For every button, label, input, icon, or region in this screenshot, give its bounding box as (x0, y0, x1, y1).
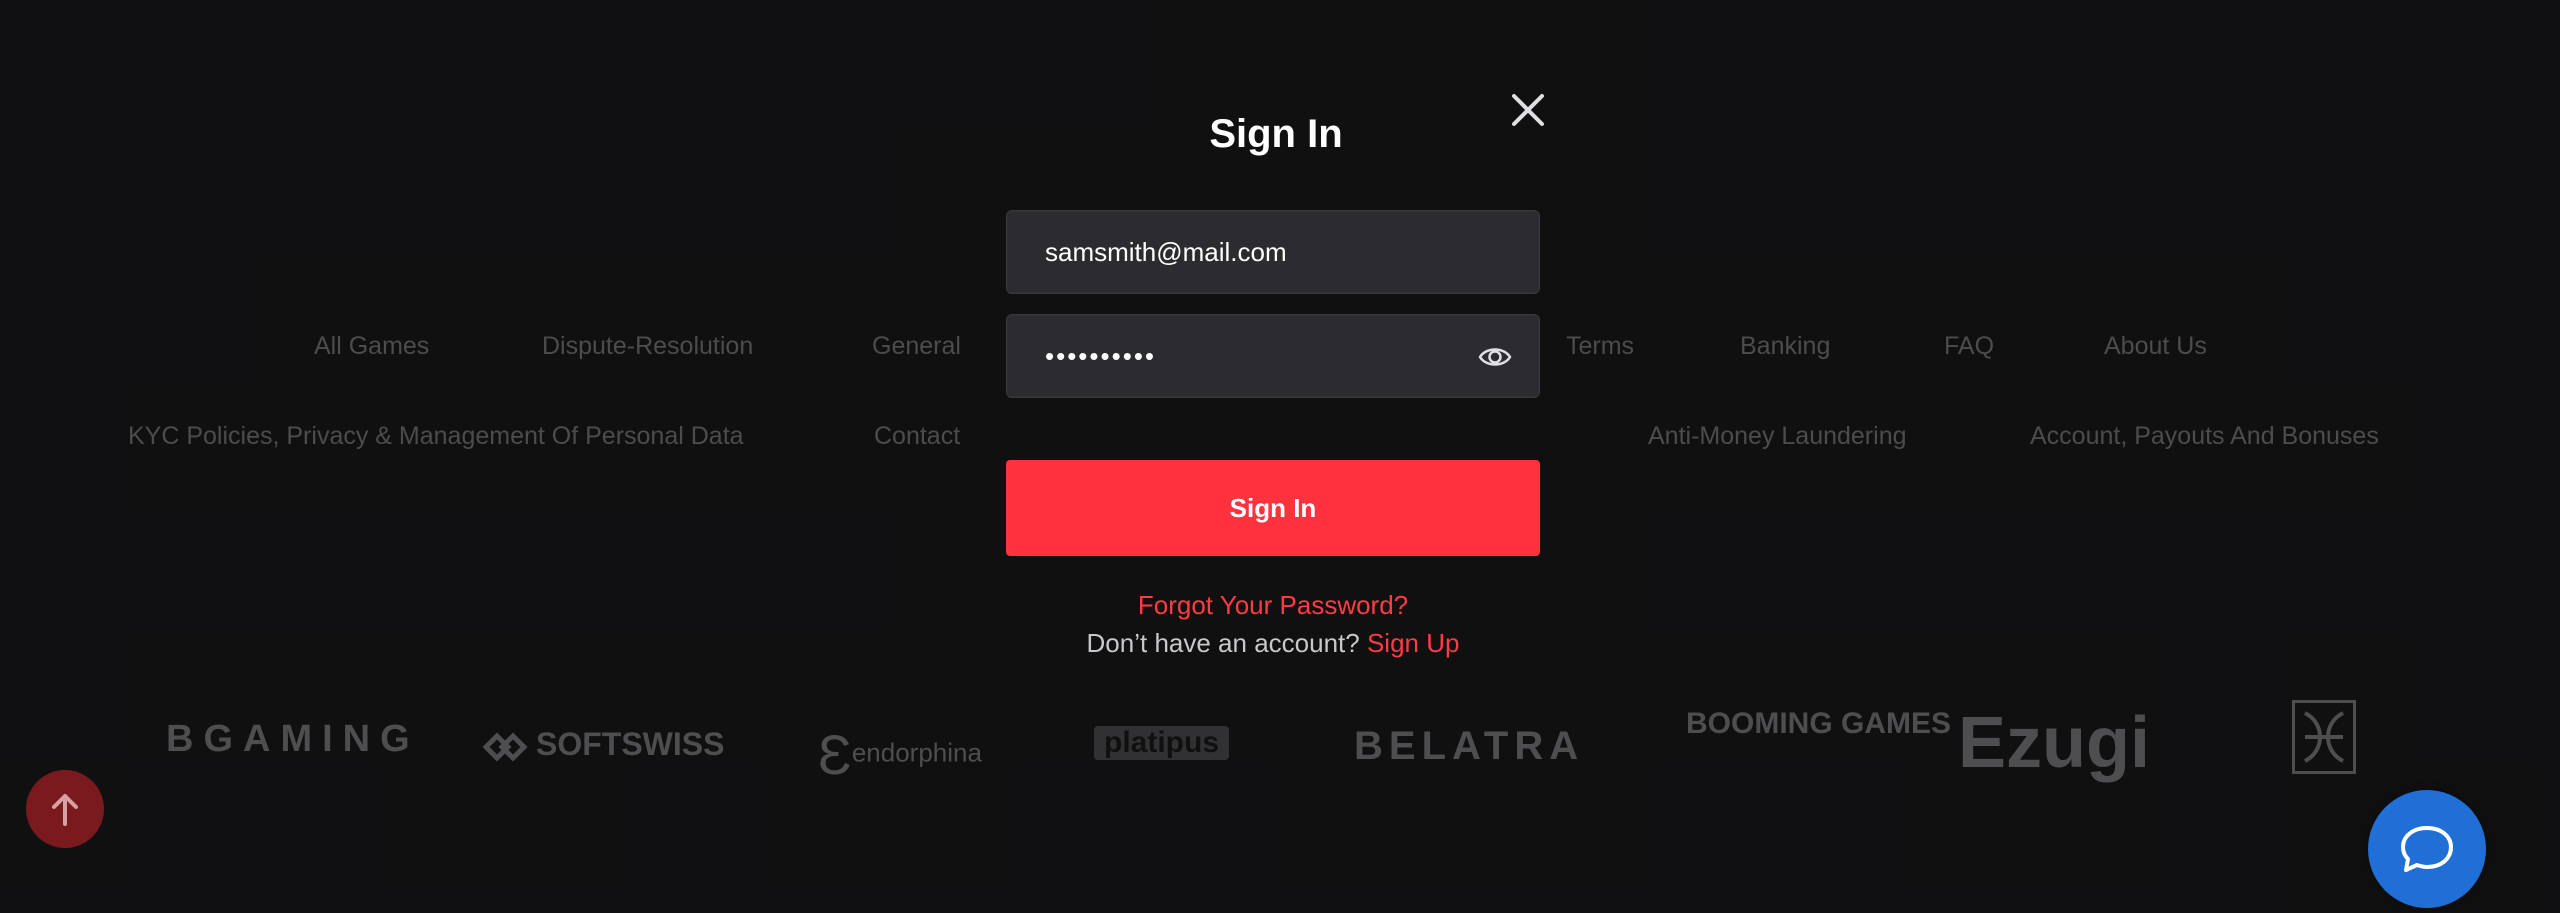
scroll-to-top-button[interactable] (26, 770, 104, 848)
show-password-button[interactable] (1477, 339, 1513, 375)
password-field-container (1006, 314, 1540, 398)
sign-up-link[interactable]: Sign Up (1367, 628, 1460, 658)
chat-bubble-icon (2401, 826, 2453, 872)
chat-button[interactable] (2368, 790, 2486, 908)
eye-icon (1478, 348, 1512, 366)
arrow-up-icon (52, 794, 78, 826)
sign-in-button[interactable]: Sign In (1006, 460, 1540, 556)
signup-prompt: Don’t have an account? Sign Up (1006, 628, 1540, 659)
email-field-container (1006, 210, 1540, 294)
page: All Games Dispute-Resolution General Ter… (0, 0, 2560, 913)
no-account-text: Don’t have an account? (1086, 628, 1360, 658)
forgot-password-link[interactable]: Forgot Your Password? (1006, 590, 1540, 621)
password-field[interactable] (1045, 315, 1465, 397)
modal-title: Sign In (1209, 112, 1343, 156)
email-field[interactable] (1045, 211, 1465, 293)
